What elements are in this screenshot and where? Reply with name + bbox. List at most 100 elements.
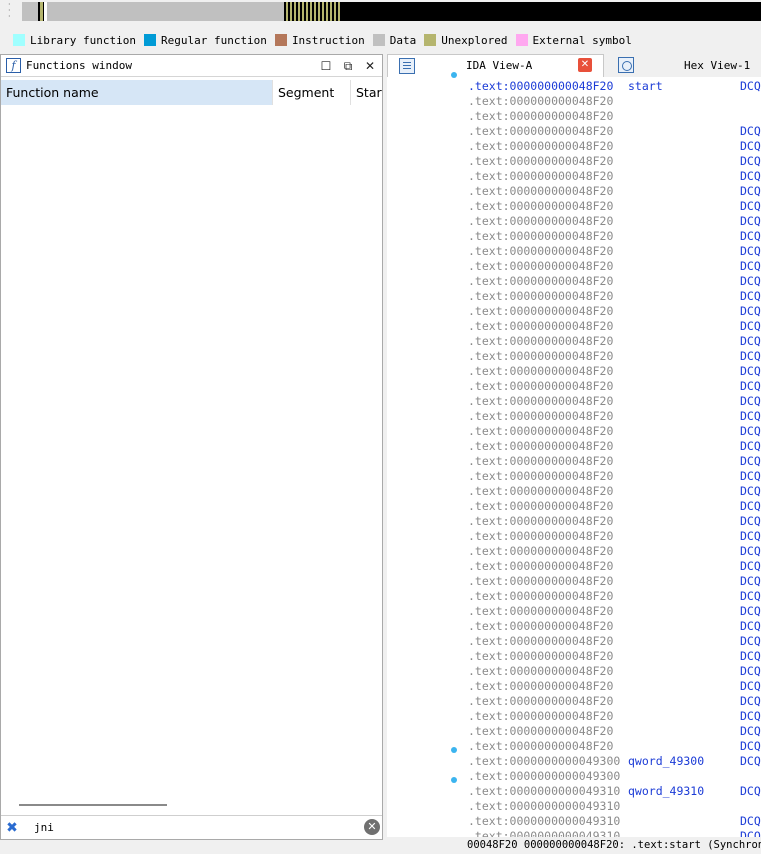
navigation-strip[interactable]	[22, 2, 761, 21]
disasm-label[interactable]: qword_49300	[628, 754, 704, 769]
disasm-line[interactable]: .text:000000000048F20 DCQ	[468, 319, 761, 334]
navigation-band[interactable]: · · ·	[0, 0, 761, 24]
disasm-address: .text:000000000048F20	[468, 304, 614, 318]
disasm-address: .text:000000000048F20	[468, 424, 614, 438]
disasm-line[interactable]: .text:000000000048F20 DCQ	[468, 544, 761, 559]
disasm-line[interactable]: .text:000000000048F20 DCQ	[468, 574, 761, 589]
disasm-line[interactable]: .text:000000000048F20 DCQ	[468, 679, 761, 694]
disasm-line[interactable]: .text:000000000048F20 DCQ	[468, 589, 761, 604]
disasm-line[interactable]: .text:000000000048F20 DCQ	[468, 634, 761, 649]
disasm-line[interactable]: .text:000000000048F20 DCQ	[468, 739, 761, 754]
disasm-line[interactable]: .text:000000000048F20 DCQ	[468, 289, 761, 304]
column-start[interactable]: Start	[351, 80, 382, 105]
disasm-line[interactable]: .text:000000000048F20 DCQ	[468, 409, 761, 424]
filter-input[interactable]	[26, 818, 382, 837]
disasm-line[interactable]: .text:0000000000049310 DCQ	[468, 829, 761, 837]
grip-handle-icon[interactable]: · · ·	[8, 1, 20, 22]
cancel-filter-icon[interactable]: ✕	[364, 819, 380, 835]
disasm-operation: DCQ	[740, 679, 761, 693]
disasm-address: .text:000000000048F20	[468, 634, 614, 648]
disasm-operation: DCQ	[740, 304, 761, 318]
disasm-line[interactable]: .text:000000000048F20 DCQ	[468, 514, 761, 529]
disasm-operation: DCQ	[740, 169, 761, 183]
disasm-operation: DCQ	[740, 184, 761, 198]
disasm-line[interactable]: .text:000000000048F20 DCQ	[468, 454, 761, 469]
status-bar: 00048F20 000000000048F20: .text:start (S…	[463, 837, 761, 854]
disasm-line[interactable]: .text:000000000048F20 DCQ	[468, 274, 761, 289]
disasm-address: .text:0000000000049310	[468, 829, 621, 837]
column-segment[interactable]: Segment	[273, 80, 351, 105]
disasm-line[interactable]: .text:000000000048F20 DCQ	[468, 724, 761, 739]
disasm-operation: DCQ	[740, 634, 761, 648]
disasm-line[interactable]: .text:0000000000049300 qword_49300 DCQ	[468, 754, 761, 769]
legend-swatch	[515, 34, 528, 46]
disasm-line[interactable]: .text:000000000048F20 DCQ	[468, 649, 761, 664]
disasm-address: .text:000000000048F20	[468, 709, 614, 723]
disasm-line[interactable]: .text:000000000048F20 DCQ	[468, 184, 761, 199]
disasm-line[interactable]: .text:000000000048F20 DCQ	[468, 469, 761, 484]
disasm-address: .text:000000000048F20	[468, 394, 614, 408]
disasm-line[interactable]: .text:000000000048F20 DCQ	[468, 199, 761, 214]
disassembly-listing[interactable]: .text:000000000048F20 start DCQ .text:00000…	[463, 77, 761, 837]
tab-ida-view-a[interactable]: IDA View-A ✕	[387, 54, 604, 77]
legend-item: Unexplored	[424, 34, 508, 47]
disasm-line[interactable]: .text:000000000048F20 DCQ	[468, 619, 761, 634]
tab-hex-view-1[interactable]: Hex View-1	[606, 54, 761, 77]
maximize-icon[interactable]: ☐	[318, 58, 334, 74]
tab-close-icon[interactable]: ✕	[578, 58, 592, 72]
disasm-line[interactable]: .text:000000000048F20 start DCQ	[468, 79, 761, 94]
disasm-line[interactable]: .text:000000000048F20 DCQ	[468, 484, 761, 499]
disasm-address: .text:000000000048F20	[468, 229, 614, 243]
disasm-line[interactable]: .text:000000000048F20 DCQ	[468, 694, 761, 709]
disasm-line[interactable]: .text:000000000048F20 DCQ	[468, 394, 761, 409]
disasm-line[interactable]: .text:000000000048F20 DCQ	[468, 229, 761, 244]
disasm-line[interactable]: .text:000000000048F20 DCQ	[468, 169, 761, 184]
disasm-line[interactable]: .text:000000000048F20	[468, 94, 761, 109]
legend-item: External symbol	[515, 34, 632, 47]
disasm-line[interactable]: .text:000000000048F20 DCQ	[468, 154, 761, 169]
disassembly-gutter[interactable]	[387, 77, 463, 837]
disasm-line[interactable]: .text:000000000048F20 DCQ	[468, 139, 761, 154]
disasm-address: .text:000000000048F20	[468, 289, 614, 303]
disasm-line[interactable]: .text:000000000048F20 DCQ	[468, 259, 761, 274]
disasm-line[interactable]: .text:000000000048F20 DCQ	[468, 214, 761, 229]
column-function-name[interactable]: Function name	[1, 80, 273, 105]
disasm-line[interactable]: .text:000000000048F20 DCQ	[468, 664, 761, 679]
disasm-address: .text:000000000048F20	[468, 139, 614, 153]
disasm-line[interactable]: .text:000000000048F20 DCQ	[468, 364, 761, 379]
disasm-label[interactable]: qword_49310	[628, 784, 704, 799]
functions-table-header: Function name Segment Start	[1, 80, 382, 105]
disassembly-view-icon	[399, 58, 415, 74]
close-icon[interactable]: ✕	[362, 58, 378, 74]
disasm-line[interactable]: .text:000000000048F20 DCQ	[468, 439, 761, 454]
disasm-line[interactable]: .text:0000000000049300	[468, 769, 761, 784]
disasm-line[interactable]: .text:000000000048F20	[468, 109, 761, 124]
filter-bar: ✖ ✕	[1, 815, 382, 839]
disasm-line[interactable]: .text:000000000048F20 DCQ	[468, 529, 761, 544]
filter-clear-icon[interactable]: ✖	[4, 820, 20, 836]
disasm-line[interactable]: .text:000000000048F20 DCQ	[468, 424, 761, 439]
disasm-operation: DCQ	[740, 229, 761, 243]
disasm-line[interactable]: .text:000000000048F20 DCQ	[468, 709, 761, 724]
legend-item: Regular function	[143, 34, 267, 47]
legend-swatch	[143, 34, 156, 46]
disasm-line[interactable]: .text:000000000048F20 DCQ	[468, 499, 761, 514]
disasm-line[interactable]: .text:0000000000049310 DCQ	[468, 814, 761, 829]
disasm-line[interactable]: .text:0000000000049310 qword_49310 DCQ	[468, 784, 761, 799]
disasm-label[interactable]: start	[628, 79, 663, 94]
legend-label: Library function	[30, 33, 136, 47]
float-window-icon[interactable]: ⧉	[340, 58, 356, 74]
horizontal-scrollbar[interactable]	[19, 804, 167, 806]
disasm-line[interactable]: .text:000000000048F20 DCQ	[468, 604, 761, 619]
disasm-line[interactable]: .text:000000000048F20 DCQ	[468, 304, 761, 319]
disasm-line[interactable]: .text:000000000048F20 DCQ	[468, 379, 761, 394]
disasm-line[interactable]: .text:000000000048F20 DCQ	[468, 559, 761, 574]
disasm-operation: DCQ	[740, 214, 761, 228]
disasm-line[interactable]: .text:000000000048F20 DCQ	[468, 349, 761, 364]
disasm-line[interactable]: .text:000000000048F20 DCQ	[468, 244, 761, 259]
disasm-address: .text:000000000048F20	[468, 604, 614, 618]
disasm-line[interactable]: .text:000000000048F20 DCQ	[468, 334, 761, 349]
disasm-line[interactable]: .text:000000000048F20 DCQ	[468, 124, 761, 139]
disasm-operation: DCQ	[740, 739, 761, 753]
disasm-line[interactable]: .text:0000000000049310	[468, 799, 761, 814]
